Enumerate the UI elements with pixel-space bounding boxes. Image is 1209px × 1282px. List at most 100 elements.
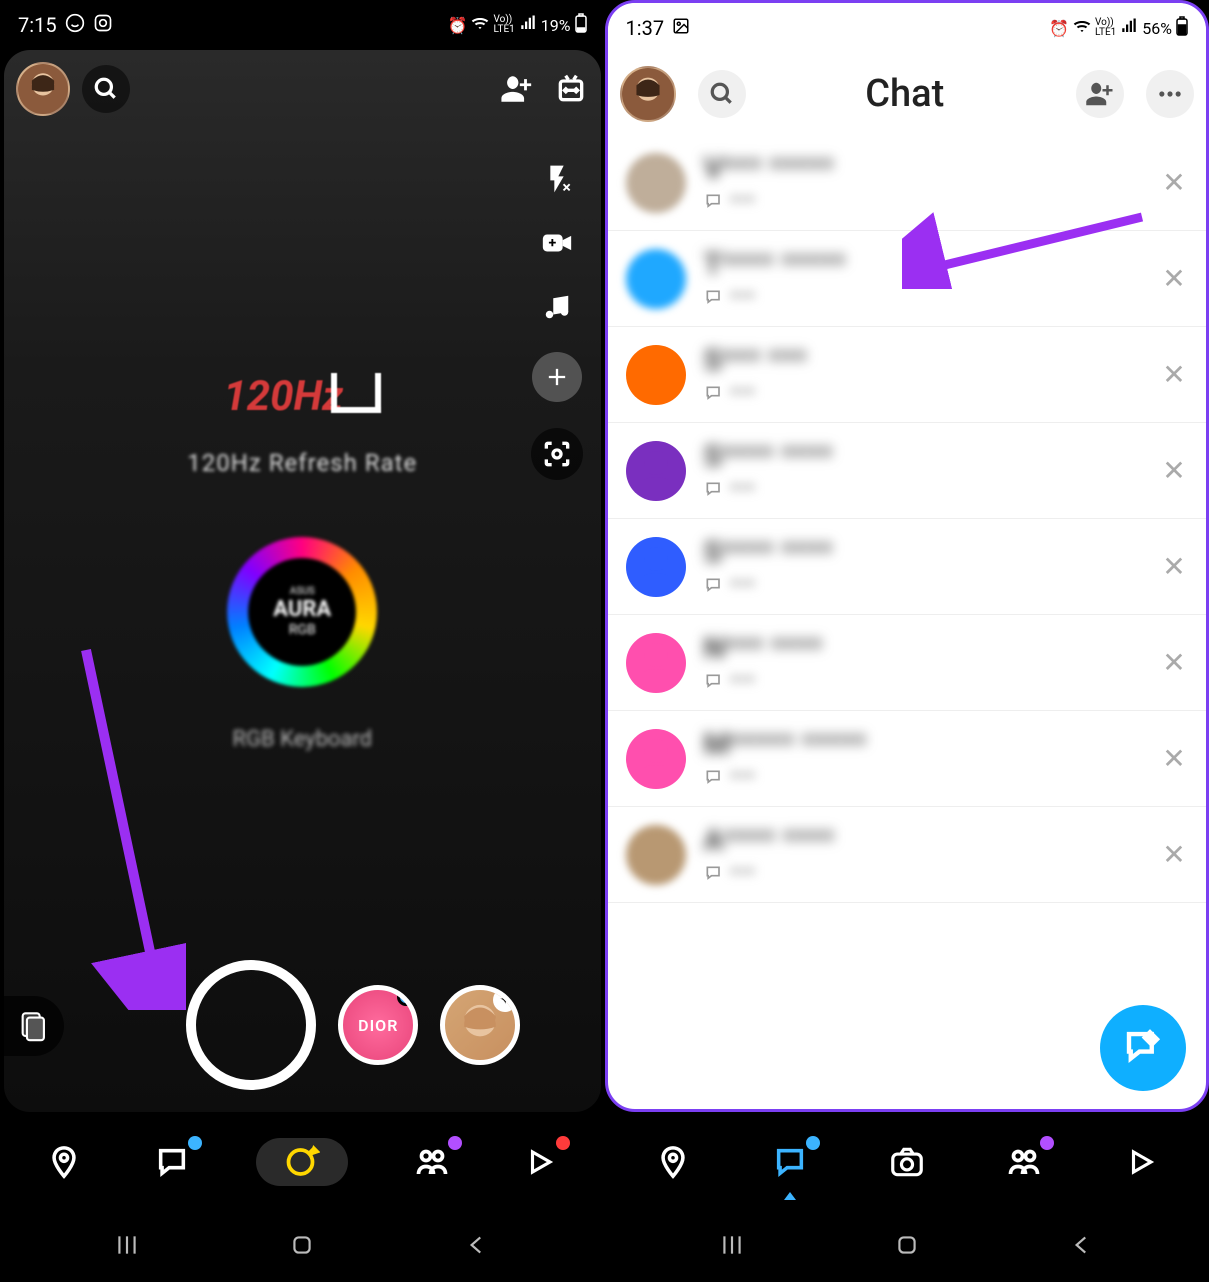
chat-name: N*** ****	[704, 631, 1161, 666]
chat-avatar	[626, 633, 686, 693]
viewfinder-content: 120Hz 120Hz Refresh Rate ASUS AURA RGB R…	[187, 372, 417, 752]
chat-name: S**** ****	[704, 439, 1161, 474]
chat-status-icon	[704, 576, 724, 596]
chat-subtitle: ***	[730, 670, 756, 694]
chat-avatar	[626, 441, 686, 501]
nav-camera-active[interactable]	[256, 1138, 348, 1186]
phone-camera-screen: 7:15 ⏰ Vo))LTE1 19% 120Hz 120Hz Refresh …	[0, 0, 605, 1282]
chat-subtitle: ***	[730, 766, 756, 790]
more-button[interactable]	[1146, 70, 1194, 118]
chat-subtitle: ***	[730, 382, 756, 406]
nav-spotlight[interactable]	[516, 1138, 564, 1186]
battery-icon	[1176, 16, 1188, 40]
status-bar: 1:37 ⏰ Vo))LTE1 56%	[608, 3, 1207, 53]
dismiss-button[interactable]: ✕	[1160, 553, 1188, 581]
android-recents[interactable]	[719, 1232, 745, 1262]
dismiss-button[interactable]: ✕	[1160, 841, 1188, 869]
nav-spotlight[interactable]	[1117, 1138, 1165, 1186]
refresh-rate-text: 120Hz Refresh Rate	[187, 449, 417, 477]
flash-off-button[interactable]: ×	[538, 160, 576, 198]
chat-subtitle: ***	[730, 286, 756, 310]
status-battery-pct: 56%	[1142, 19, 1172, 38]
chat-row[interactable]: A**** **** *** ✕	[608, 807, 1207, 903]
add-friend-button[interactable]	[499, 71, 535, 107]
android-back[interactable]	[1069, 1232, 1095, 1262]
status-time: 7:15	[18, 13, 57, 37]
battery-icon	[575, 13, 587, 37]
android-home[interactable]	[289, 1232, 315, 1262]
chat-subtitle: ***	[730, 862, 756, 886]
chat-avatar	[626, 825, 686, 885]
nav-chat-active[interactable]	[766, 1138, 814, 1186]
search-button[interactable]	[82, 65, 130, 113]
android-nav-bar	[605, 1212, 1209, 1282]
svg-text:+: +	[548, 235, 556, 251]
chat-row[interactable]: T**** ***** *** ✕	[608, 231, 1207, 327]
chat-row[interactable]: S*** *** *** ✕	[608, 327, 1207, 423]
alarm-icon: ⏰	[1049, 19, 1069, 38]
chat-row[interactable]: V*** ***** *** ✕	[608, 135, 1207, 231]
chat-subtitle: ***	[730, 190, 756, 214]
nav-stories[interactable]	[408, 1138, 456, 1186]
camera-tools-rail: × +	[531, 160, 583, 480]
android-back[interactable]	[464, 1232, 490, 1262]
nav-map[interactable]	[649, 1138, 697, 1186]
bottom-nav	[0, 1112, 605, 1212]
nav-map[interactable]	[40, 1138, 88, 1186]
chat-indicator	[188, 1136, 202, 1150]
android-recents[interactable]	[114, 1232, 140, 1262]
spotlight-indicator	[556, 1136, 570, 1150]
dismiss-button[interactable]: ✕	[1160, 169, 1188, 197]
dismiss-button[interactable]: ✕	[1160, 745, 1188, 773]
chat-row[interactable]: M***** ***** *** ✕	[608, 711, 1207, 807]
chat-name: V*** *****	[704, 151, 1161, 186]
scan-button[interactable]	[531, 428, 583, 480]
alarm-icon: ⏰	[448, 16, 468, 35]
image-icon	[672, 16, 690, 40]
add-friend-button[interactable]	[1076, 70, 1124, 118]
phone-chat-screen: 1:37 ⏰ Vo))LTE1 56% Chat	[605, 0, 1209, 1282]
svg-text:×: ×	[562, 177, 571, 195]
chat-name: T**** *****	[704, 247, 1161, 282]
chat-status-icon	[704, 768, 724, 788]
stories-indicator	[1040, 1136, 1054, 1150]
android-home[interactable]	[894, 1232, 920, 1262]
profile-avatar[interactable]	[16, 62, 70, 116]
chat-list: V*** ***** *** ✕ T**** ***** *** ✕ S*** …	[608, 135, 1207, 1109]
video-plus-button[interactable]: +	[538, 224, 576, 262]
dismiss-button[interactable]: ✕	[1160, 649, 1188, 677]
signal-icon	[519, 14, 537, 36]
chat-row[interactable]: S**** **** *** ✕	[608, 423, 1207, 519]
lens-face[interactable]: ✦	[440, 985, 520, 1065]
add-tool-button[interactable]	[532, 352, 582, 402]
chat-status-icon	[704, 192, 724, 212]
dismiss-button[interactable]: ✕	[1160, 265, 1188, 293]
chat-name: A**** ****	[704, 823, 1161, 858]
status-bar: 7:15 ⏰ Vo))LTE1 19%	[0, 0, 605, 50]
capture-button[interactable]	[186, 960, 316, 1090]
compose-button[interactable]	[1100, 1005, 1186, 1091]
status-battery-pct: 19%	[541, 16, 571, 35]
active-indicator	[784, 1192, 796, 1200]
dismiss-button[interactable]: ✕	[1160, 361, 1188, 389]
dismiss-button[interactable]: ✕	[1160, 457, 1188, 485]
wifi-icon	[471, 14, 489, 36]
nav-stories[interactable]	[1000, 1138, 1048, 1186]
android-nav-bar	[0, 1212, 605, 1282]
chat-subtitle: ***	[730, 574, 756, 598]
chat-row[interactable]: N*** **** *** ✕	[608, 615, 1207, 711]
profile-avatar[interactable]	[620, 66, 676, 122]
music-button[interactable]	[538, 288, 576, 326]
search-button[interactable]	[698, 70, 746, 118]
chat-row[interactable]: S**** **** *** ✕	[608, 519, 1207, 615]
chat-subtitle: ***	[730, 478, 756, 502]
nav-chat[interactable]	[148, 1138, 196, 1186]
lens-dior[interactable]: DIOR	[338, 985, 418, 1065]
signal-icon	[1120, 17, 1138, 39]
chat-status-icon	[704, 384, 724, 404]
nav-camera[interactable]	[883, 1138, 931, 1186]
status-time: 1:37	[626, 16, 665, 40]
stories-indicator	[448, 1136, 462, 1150]
flip-camera-button[interactable]	[553, 71, 589, 107]
keyboard-text: RGB Keyboard	[187, 727, 417, 752]
